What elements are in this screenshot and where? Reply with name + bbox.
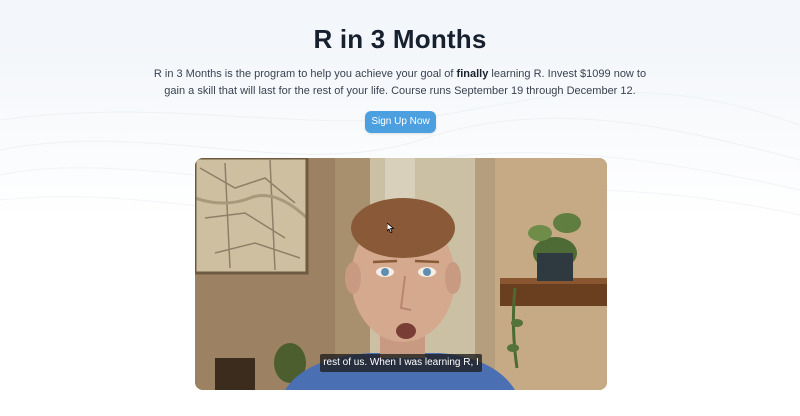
description-emphasis: finally <box>456 68 489 80</box>
video-caption: rest of us. When I was learning R, I <box>320 354 482 372</box>
landing-page: R in 3 Months R in 3 Months is the progr… <box>0 0 800 416</box>
description-lead-text: R in 3 Months is the program to help you… <box>153 68 457 80</box>
mouse-pointer-icon <box>387 223 395 233</box>
intro-video-player[interactable]: rest of us. When I was learning R, I <box>195 158 607 390</box>
program-description: R in 3 Months is the program to help you… <box>150 66 650 100</box>
sign-up-button[interactable]: Sign Up Now <box>365 111 436 133</box>
page-title: R in 3 Months <box>313 24 487 54</box>
